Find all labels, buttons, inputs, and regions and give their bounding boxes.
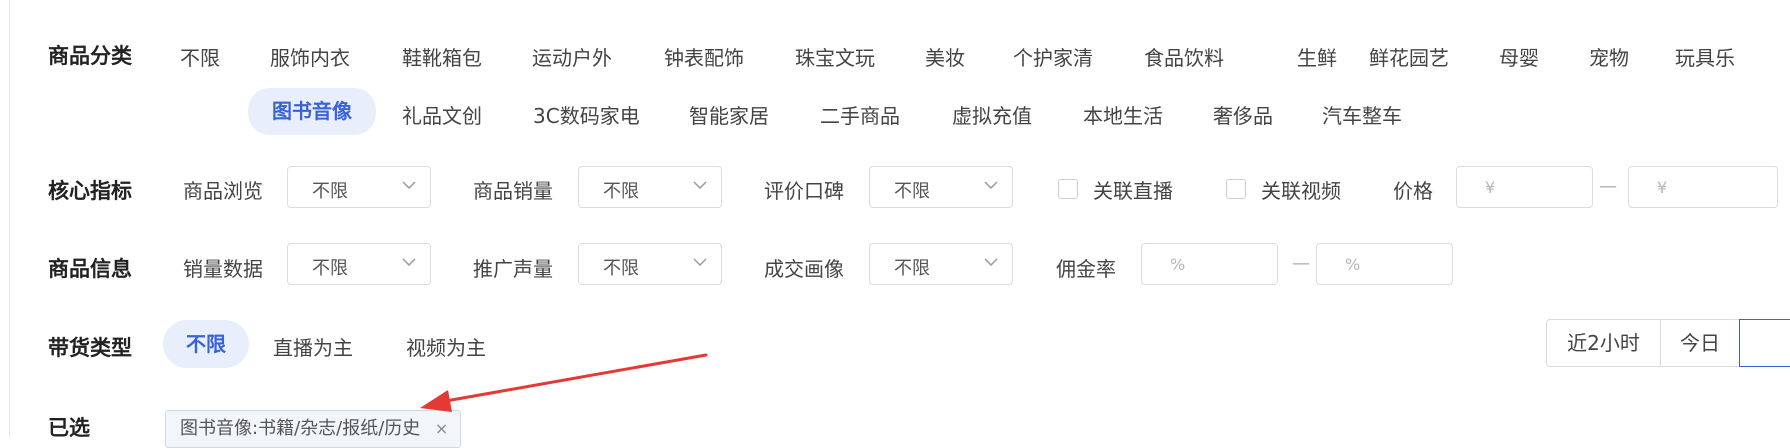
category-personal-care[interactable]: 个护家清 — [1013, 42, 1093, 71]
sales-label: 商品销量 — [473, 179, 553, 203]
sales-data-select[interactable]: 不限 — [287, 243, 431, 285]
review-select[interactable]: 不限 — [869, 166, 1013, 208]
time-today-button[interactable]: 今日 — [1660, 319, 1740, 367]
sell-type-video[interactable]: 视频为主 — [406, 332, 486, 361]
review-label: 评价口碑 — [764, 179, 844, 203]
price-range-separator: — — [1599, 176, 1617, 197]
time-next-button[interactable] — [1739, 319, 1790, 367]
sales-select[interactable]: 不限 — [578, 166, 722, 208]
sell-type-live[interactable]: 直播为主 — [273, 332, 353, 361]
price-min-placeholder: ¥ — [1485, 178, 1496, 197]
category-jewelry[interactable]: 珠宝文玩 — [795, 42, 875, 71]
chevron-down-icon — [402, 258, 416, 267]
category-baby[interactable]: 母婴 — [1499, 42, 1539, 71]
category-any[interactable]: 不限 — [180, 42, 220, 71]
portrait-value: 不限 — [894, 258, 930, 279]
portrait-label: 成交画像 — [764, 257, 844, 281]
category-pets[interactable]: 宠物 — [1589, 42, 1629, 71]
category-flowers[interactable]: 鲜花园艺 — [1369, 42, 1449, 71]
product-info-label: 商品信息 — [48, 257, 132, 281]
selected-filter-tag: 图书音像:书籍/杂志/报纸/历史 × — [165, 410, 462, 448]
selected-label: 已选 — [48, 416, 90, 440]
category-secondhand[interactable]: 二手商品 — [820, 100, 900, 129]
review-value: 不限 — [894, 181, 930, 202]
commission-min-placeholder: % — [1170, 255, 1186, 274]
price-max-placeholder: ¥ — [1657, 178, 1668, 197]
category-sports[interactable]: 运动户外 — [532, 42, 612, 71]
commission-max-input[interactable]: % — [1316, 243, 1453, 285]
chevron-down-icon — [693, 181, 707, 190]
category-food[interactable]: 食品饮料 — [1144, 42, 1224, 71]
video-checkbox[interactable] — [1226, 179, 1246, 199]
category-luxury[interactable]: 奢侈品 — [1213, 100, 1273, 129]
browse-value: 不限 — [312, 181, 348, 202]
time-2h-button[interactable]: 近2小时 — [1546, 319, 1661, 367]
price-label: 价格 — [1393, 179, 1433, 203]
sell-type-any[interactable]: 不限 — [163, 320, 249, 368]
category-watches[interactable]: 钟表配饰 — [664, 42, 744, 71]
category-label: 商品分类 — [48, 44, 132, 68]
video-label: 关联视频 — [1261, 179, 1341, 203]
selected-filter-text: 图书音像:书籍/杂志/报纸/历史 — [180, 418, 421, 439]
live-checkbox[interactable] — [1058, 179, 1078, 199]
promo-label: 推广声量 — [473, 257, 553, 281]
chevron-down-icon — [402, 181, 416, 190]
price-min-input[interactable]: ¥ — [1456, 166, 1593, 208]
commission-min-input[interactable]: % — [1141, 243, 1278, 285]
category-virtual-topup[interactable]: 虚拟充值 — [952, 100, 1032, 129]
category-fresh[interactable]: 生鲜 — [1297, 42, 1337, 71]
portrait-select[interactable]: 不限 — [869, 243, 1013, 285]
commission-max-placeholder: % — [1345, 255, 1361, 274]
category-smart-home[interactable]: 智能家居 — [689, 100, 769, 129]
category-shoes-bags[interactable]: 鞋靴箱包 — [402, 42, 482, 71]
category-toys[interactable]: 玩具乐 — [1675, 42, 1735, 71]
sales-data-label: 销量数据 — [183, 257, 263, 281]
commission-label: 佣金率 — [1056, 257, 1116, 281]
close-icon[interactable]: × — [435, 411, 448, 447]
category-beauty[interactable]: 美妆 — [925, 42, 965, 71]
category-3c[interactable]: 3C数码家电 — [533, 100, 640, 129]
chevron-down-icon — [693, 258, 707, 267]
chevron-down-icon — [984, 181, 998, 190]
category-cars[interactable]: 汽车整车 — [1322, 100, 1402, 129]
browse-select[interactable]: 不限 — [287, 166, 431, 208]
category-gifts[interactable]: 礼品文创 — [402, 100, 482, 129]
category-books-media[interactable]: 图书音像 — [248, 88, 376, 135]
sell-type-label: 带货类型 — [48, 336, 132, 360]
category-apparel[interactable]: 服饰内衣 — [270, 42, 350, 71]
live-label: 关联直播 — [1093, 179, 1173, 203]
promo-value: 不限 — [603, 258, 639, 279]
sales-data-value: 不限 — [312, 258, 348, 279]
chevron-down-icon — [984, 258, 998, 267]
core-metrics-label: 核心指标 — [48, 179, 132, 203]
promo-select[interactable]: 不限 — [578, 243, 722, 285]
price-max-input[interactable]: ¥ — [1628, 166, 1778, 208]
category-local-life[interactable]: 本地生活 — [1083, 100, 1163, 129]
browse-label: 商品浏览 — [183, 179, 263, 203]
commission-range-separator: — — [1292, 253, 1310, 274]
sales-value: 不限 — [603, 181, 639, 202]
